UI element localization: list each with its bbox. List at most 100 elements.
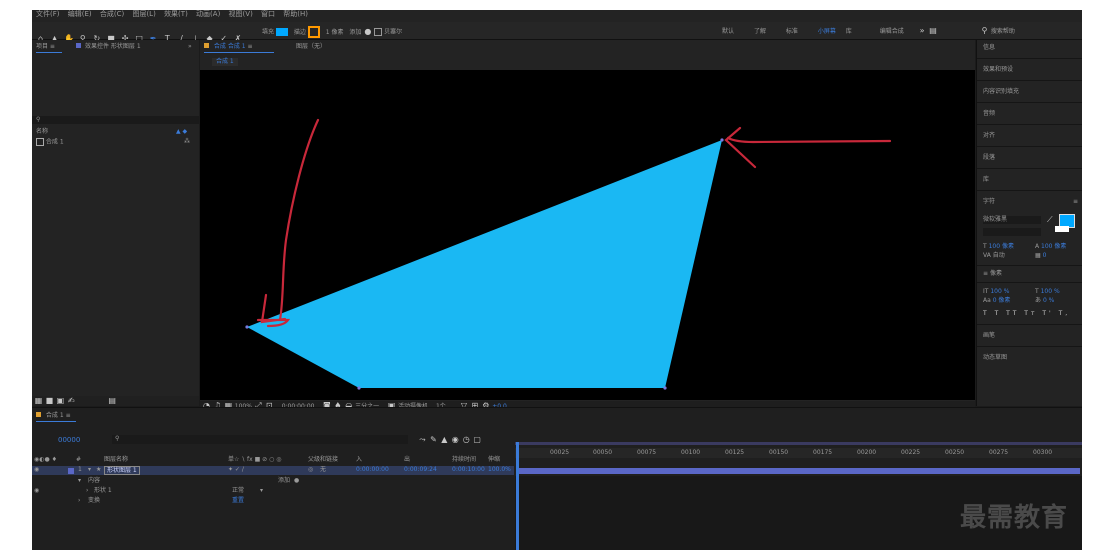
panel-content-aware-fill[interactable]: 内容识别填充	[983, 88, 1019, 96]
workspace-menu-icon[interactable]: »	[918, 26, 927, 35]
add-icon[interactable]: ●	[363, 27, 372, 36]
leading-field[interactable]: A 100 像素	[1035, 243, 1066, 251]
flow-icon[interactable]: ⁂	[184, 138, 190, 146]
shy-icon[interactable]: ✎	[429, 435, 438, 444]
layer-row[interactable]: ◉ 1 ▾ ★ 形状图层 1 ✦ ✓ / ◎ 无 0:00:00:00 0:00…	[32, 466, 514, 475]
new-comp-icon[interactable]: ▣	[56, 396, 65, 405]
text-style-buttons[interactable]: T T TT Tт T' T,	[983, 310, 1070, 318]
stroke-label[interactable]: 描边	[294, 29, 306, 36]
motion-blur-icon[interactable]: ◉	[451, 435, 460, 444]
menu-window[interactable]: 窗口	[261, 10, 275, 18]
project-tab[interactable]: 项目 ≡	[36, 43, 55, 51]
stroke-swatch[interactable]	[307, 26, 320, 38]
layer-tab[interactable]: 图层（无）	[296, 43, 326, 51]
project-search-field[interactable]: ⚲	[32, 116, 199, 124]
timeline-tab[interactable]: 合成 1 ≡	[36, 412, 71, 420]
menu-animation[interactable]: 动画(A)	[196, 10, 220, 18]
graph-editor-icon[interactable]: ◷	[462, 435, 471, 444]
panel-character[interactable]: 字符	[983, 198, 995, 206]
blend-mode-select[interactable]: 正常	[232, 487, 244, 495]
contents-row[interactable]: ▾ 内容 添加 ●	[32, 477, 514, 486]
fill-swatch[interactable]	[275, 28, 288, 36]
add-label[interactable]: 添加	[349, 29, 361, 36]
add-contents-label[interactable]: 添加	[278, 477, 290, 485]
panel-align[interactable]: 对齐	[983, 132, 995, 140]
breadcrumb[interactable]: 合成 1	[212, 58, 238, 66]
panel-library[interactable]: 库	[983, 176, 989, 184]
shape-visibility-icon[interactable]: ◉	[34, 487, 39, 495]
stroke-color-swatch[interactable]	[1055, 226, 1069, 232]
expand-icon[interactable]: »	[188, 43, 192, 51]
menu-help[interactable]: 帮助(H)	[283, 10, 308, 18]
reset-link[interactable]: 重置	[232, 497, 244, 505]
out-point[interactable]: 0:00:09:24	[404, 466, 437, 474]
time-ruler[interactable]: 00025 00050 00075 00100 00125 00150 0017…	[515, 448, 1082, 458]
kerning-field[interactable]: VA 自动	[983, 252, 1005, 260]
stroke-width[interactable]: 1 像素	[326, 29, 344, 36]
label-color[interactable]	[68, 468, 74, 474]
menu-composition[interactable]: 合成(C)	[100, 10, 124, 18]
workspace-library[interactable]: 库	[846, 28, 852, 35]
frame-blend-icon[interactable]: ▲	[440, 435, 449, 444]
expand-shape-icon[interactable]: ›	[86, 487, 88, 495]
vertical-scale-field[interactable]: IT 100 %	[983, 288, 1009, 296]
add-contents-icon[interactable]: ●	[294, 477, 299, 485]
expand-transform-icon[interactable]: ›	[78, 497, 80, 505]
help-search-input[interactable]: 搜索帮助	[991, 28, 1015, 35]
composition-viewer[interactable]	[200, 70, 975, 400]
menu-effect[interactable]: 效果(T)	[164, 10, 188, 18]
comp-tab[interactable]: 合成 合成 1 ≡	[204, 43, 253, 51]
fill-label[interactable]: 填充	[262, 29, 274, 36]
menu-edit[interactable]: 编辑(E)	[68, 10, 92, 18]
workspace-standard[interactable]: 标准	[786, 28, 798, 35]
duration-value[interactable]: 0:00:10:00	[452, 466, 485, 474]
timeline-search-field[interactable]: ⚲	[112, 435, 408, 444]
panel-info[interactable]: 信息	[983, 44, 995, 52]
font-size-field[interactable]: T 100 像素	[983, 243, 1014, 251]
shape-row[interactable]: ◉ › 形状 1 正常 ▾	[32, 487, 514, 496]
sync-icon[interactable]: ▤	[929, 26, 938, 35]
parent-pickwhip-icon[interactable]: ◎	[308, 466, 313, 474]
font-family-select[interactable]: 微软雅黑	[983, 216, 1041, 224]
work-area-bar[interactable]	[515, 442, 1082, 445]
stroke-width-field[interactable]: ≡ 像素	[983, 270, 1002, 278]
effects-controls-tab[interactable]: 效果控件 形状图层 1	[76, 43, 141, 51]
tracking-field[interactable]: ▦ 0	[1035, 252, 1046, 260]
brush-footer-icon[interactable]: ✍	[67, 396, 76, 405]
interpret-icon[interactable]: ▦	[34, 396, 43, 405]
column-name[interactable]: 名称	[36, 128, 48, 135]
label-column-icon[interactable]: ▲ ◆	[176, 128, 187, 136]
timecode-display[interactable]: 00000	[58, 436, 80, 444]
panel-paragraph[interactable]: 段落	[983, 154, 995, 162]
bezier-checkbox[interactable]	[374, 28, 383, 36]
stretch-value[interactable]: 100.0%	[488, 466, 511, 474]
layer-duration-bar[interactable]	[519, 468, 1080, 474]
menu-file[interactable]: 文件(F)	[36, 10, 60, 18]
tsume-field[interactable]: あ 0 %	[1035, 297, 1054, 305]
panel-audio[interactable]: 音频	[983, 110, 995, 118]
trash-icon[interactable]: ▤	[108, 396, 117, 405]
workspace-small-screen[interactable]: 小屏幕	[818, 28, 836, 35]
transform-row[interactable]: › 变换 重置	[32, 497, 514, 506]
workspace-learn[interactable]: 了解	[754, 28, 766, 35]
in-point[interactable]: 0:00:00:00	[356, 466, 389, 474]
project-item-comp[interactable]: 合成 1 ⁂	[36, 138, 196, 147]
expand-layer-icon[interactable]: ▾	[88, 466, 91, 474]
draft-3d-icon[interactable]: ⤳	[418, 435, 427, 444]
baseline-shift-field[interactable]: Aa 0 像素	[983, 297, 1010, 305]
menu-view[interactable]: 视图(V)	[229, 10, 253, 18]
help-search[interactable]: ⚲ 搜索帮助	[980, 26, 1015, 36]
snapshot-timeline-icon[interactable]: ▢	[473, 435, 482, 444]
panel-motion-sketch[interactable]: 动态草图	[983, 354, 1007, 362]
font-style-select[interactable]	[983, 228, 1041, 236]
workspace-edit-comp[interactable]: 编辑合成	[880, 28, 904, 35]
parent-select[interactable]: 无	[320, 466, 326, 474]
visibility-icon[interactable]: ◉	[34, 466, 39, 474]
panel-paint[interactable]: 画笔	[983, 332, 995, 340]
new-folder-icon[interactable]: ■	[45, 396, 54, 405]
panel-menu-icon[interactable]: ≡	[1073, 198, 1078, 206]
column-layer-name[interactable]: 图层名称	[104, 456, 128, 464]
layer-name[interactable]: 形状图层 1	[104, 466, 140, 475]
panel-effects-presets[interactable]: 效果和预设	[983, 66, 1013, 74]
eyedropper-icon[interactable]: ⟋	[1047, 216, 1054, 224]
